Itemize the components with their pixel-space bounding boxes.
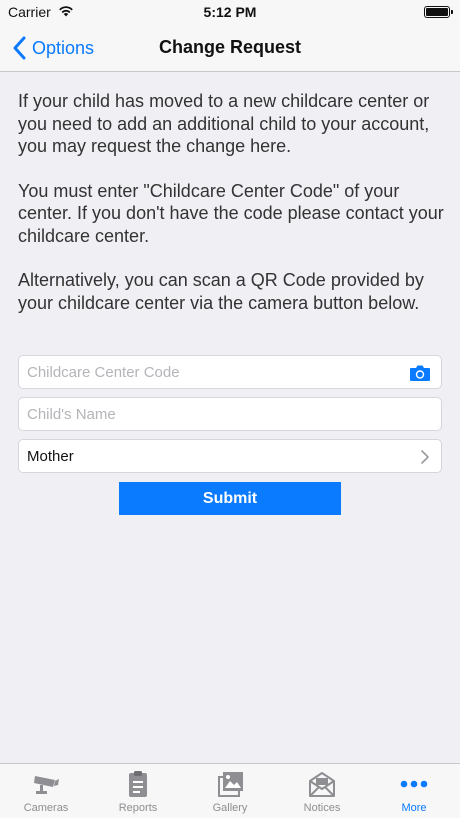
child-name-placeholder: Child's Name [27,405,116,423]
chevron-right-icon [421,450,429,464]
envelope-icon [309,772,335,797]
child-name-input[interactable]: Child's Name [18,397,442,431]
tab-label: Gallery [212,802,248,814]
center-code-input[interactable]: Childcare Center Code [18,355,442,389]
tab-cameras[interactable]: Cameras [0,764,92,818]
relationship-value: Mother [27,447,74,465]
photos-icon [218,772,243,797]
page-title: Change Request [158,37,302,57]
instruction-paragraph: You must enter "Childcare Center Code" o… [18,180,444,246]
tab-gallery[interactable]: Gallery [184,764,276,818]
relationship-selector[interactable]: Mother [18,439,442,473]
status-time: 5:12 PM [203,4,257,20]
tab-label: More [401,802,427,814]
tab-more[interactable]: More [368,764,460,818]
clipboard-icon [129,771,147,797]
center-code-placeholder: Childcare Center Code [27,363,180,381]
camera-cctv-icon [34,776,59,794]
instruction-paragraph: Alternatively, you can scan a QR Code pr… [18,270,424,313]
tab-label: Reports [118,802,158,814]
tab-reports[interactable]: Reports [92,764,184,818]
tab-notices[interactable]: Notices [276,764,368,818]
tab-label: Cameras [23,802,69,814]
instruction-paragraph: If your child has moved to a new childca… [18,91,430,156]
navigation-bar: Options Change Request [0,24,460,72]
tab-label: Notices [303,802,341,814]
submit-button[interactable]: Submit [119,482,341,515]
content-area: If your child has moved to a new childca… [0,72,460,336]
status-bar: Carrier 5:12 PM [0,0,460,24]
battery-icon [424,6,453,18]
instructions: If your child has moved to a new childca… [0,72,460,314]
more-dots-icon [400,780,428,788]
camera-icon[interactable] [409,364,431,382]
tab-bar: Cameras Reports Gallery Notices More [0,763,460,818]
